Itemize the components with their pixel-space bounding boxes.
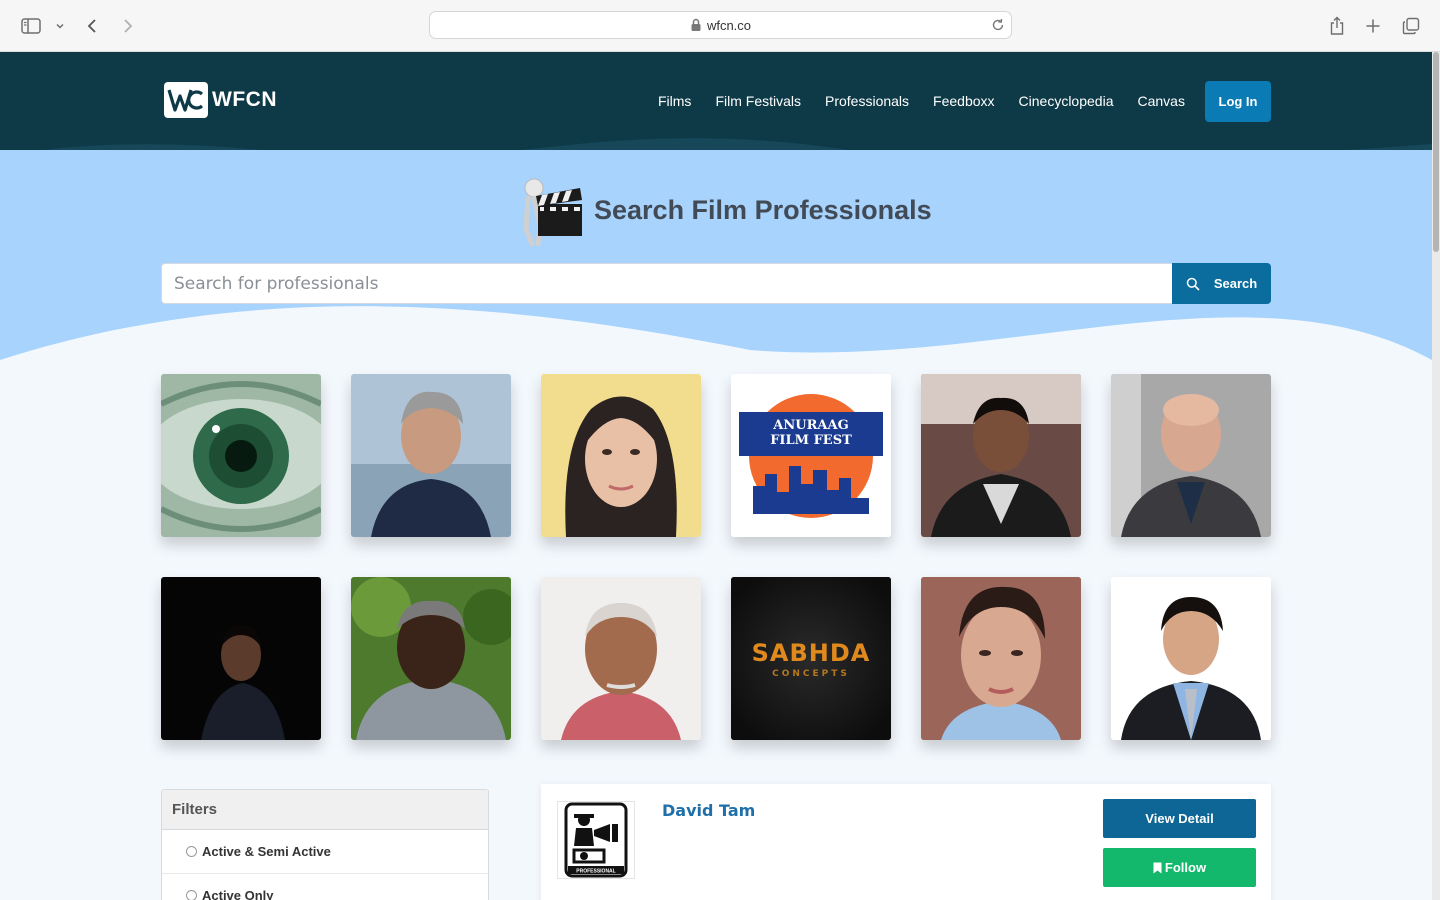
nav-film-festivals[interactable]: Film Festivals [715,93,801,109]
professional-thumbnail[interactable] [541,577,701,740]
professional-thumbnail[interactable] [351,374,511,537]
site-header: WFCN Films Film Festivals Professionals … [0,52,1432,150]
share-icon[interactable] [1328,14,1346,38]
professional-thumbnail[interactable]: SABHDA CONCEPTS [731,577,891,740]
portrait-image [351,577,511,740]
filters-title: Filters [162,790,488,830]
search-button-label: Search [1213,276,1258,291]
page-title: Search Film Professionals [594,194,932,225]
avatar-caption: PROFESSIONAL [576,869,615,875]
portrait-image [351,374,511,537]
nav-canvas[interactable]: Canvas [1137,93,1184,109]
nav-feedboxx[interactable]: Feedboxx [933,93,994,109]
search-input[interactable] [161,263,1173,304]
professional-thumbnail[interactable] [161,374,321,537]
professional-result-card: PROFESSIONAL David Tam View Detail Follo… [541,784,1271,900]
sabhda-logo-text: SABHDA [751,639,871,667]
nav-cinecyclopedia[interactable]: Cinecyclopedia [1019,93,1114,109]
portrait-image [541,374,701,537]
professional-name-link[interactable]: David Tam [662,801,755,820]
portrait-image [541,577,701,740]
wfcn-logo-icon [164,82,208,118]
main-nav: Films Film Festivals Professionals Feedb… [658,93,1185,109]
portrait-image [1111,577,1271,740]
search-button[interactable]: Search [1172,263,1271,304]
anuraag-logo-text: ANURAAG FILM FEST [731,418,891,448]
hero-heading: Search Film Professionals [520,174,932,246]
professional-thumbnail[interactable] [161,577,321,740]
radio-button[interactable] [186,890,197,900]
professionals-grid: ANURAAG FILM FEST SABHDA CONCEPTS [161,374,1271,740]
follow-button[interactable]: Follow [1103,848,1256,887]
url-text: wfcn.co [706,17,752,33]
professional-thumbnail[interactable] [351,577,511,740]
anuraag-logo-line1: ANURAAG [773,418,849,433]
professional-badge-icon: PROFESSIONAL [564,802,628,878]
logo-text: WFCN [212,88,277,111]
bookmark-icon [1153,862,1162,873]
nav-films[interactable]: Films [658,93,691,109]
back-arrow-icon[interactable] [84,14,100,38]
page-scrollbar[interactable] [1432,52,1440,900]
follow-button-label: Follow [1164,860,1207,875]
address-bar[interactable]: wfcn.co [429,11,1012,39]
professional-thumbnail[interactable] [541,374,701,537]
new-tab-icon[interactable] [1364,14,1382,38]
reload-icon[interactable] [991,18,1005,32]
filter-option-label: Active Only [202,888,274,900]
anuraag-logo-line2: FILM FEST [770,433,852,448]
tab-overview-icon[interactable] [1401,14,1421,38]
browser-toolbar: wfcn.co [0,0,1440,52]
filters-panel: Filters Active & Semi Active Active Only [161,789,489,900]
professional-thumbnail[interactable]: ANURAAG FILM FEST [731,374,891,537]
portrait-image [161,577,321,740]
sabhda-logo-subtext: CONCEPTS [772,669,850,679]
professional-thumbnail[interactable] [1111,577,1271,740]
search-hero: Search Film Professionals Search [0,150,1432,380]
professional-thumbnail[interactable] [921,577,1081,740]
lock-icon [691,18,701,31]
portrait-image [1111,374,1271,537]
portrait-image [921,374,1081,537]
eye-image [161,374,321,537]
professional-thumbnail[interactable] [1111,374,1271,537]
forward-arrow-icon[interactable] [120,14,136,38]
sidebar-toggle-icon[interactable] [20,14,42,38]
login-button[interactable]: Log In [1205,81,1271,122]
portrait-image [921,577,1081,740]
clapperboard-figure-icon [523,178,582,246]
nav-professionals[interactable]: Professionals [825,93,909,109]
chevron-down-icon[interactable] [54,14,66,38]
professional-thumbnail[interactable] [921,374,1081,537]
view-detail-button[interactable]: View Detail [1103,799,1256,838]
scrollbar-thumb[interactable] [1433,52,1439,252]
filter-option-active-only[interactable]: Active Only [162,874,488,900]
anuraag-film-fest-logo [731,374,891,537]
filter-option-label: Active & Semi Active [202,844,331,859]
filter-option-active-semi-active[interactable]: Active & Semi Active [162,830,488,874]
header-wave-decoration [42,138,1432,150]
search-icon [1186,277,1200,291]
radio-button[interactable] [186,846,197,857]
site-logo[interactable]: WFCN [164,82,277,118]
avatar[interactable]: PROFESSIONAL [557,801,635,879]
